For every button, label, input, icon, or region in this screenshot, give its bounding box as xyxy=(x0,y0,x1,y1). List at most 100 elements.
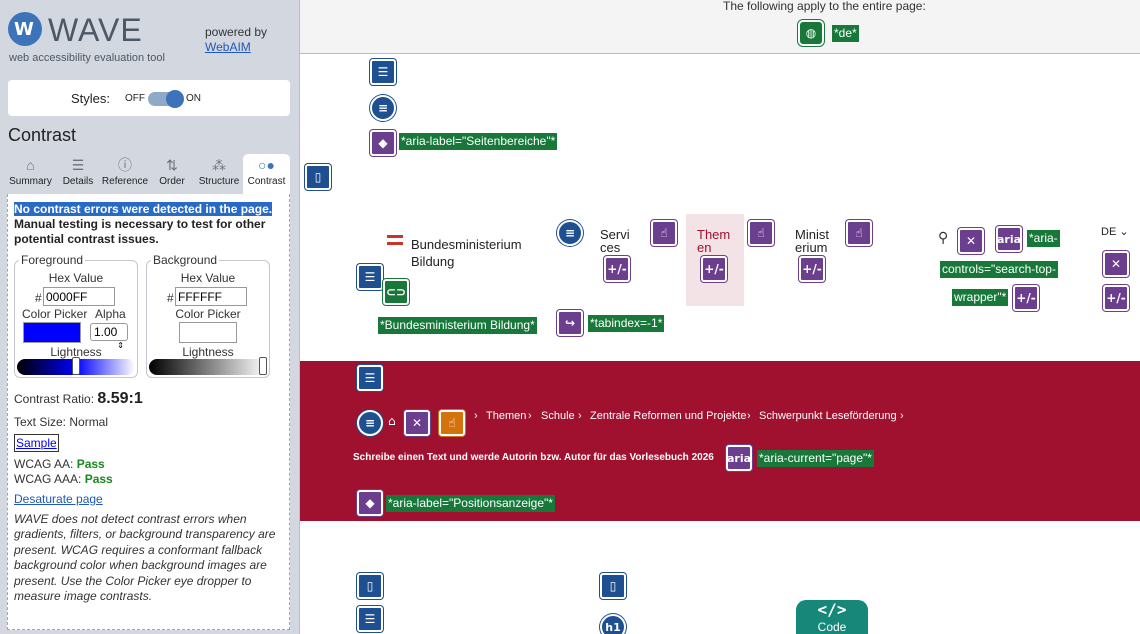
expand-icon[interactable]: +/- xyxy=(701,256,727,282)
expand-icon[interactable]: +/- xyxy=(604,256,630,282)
styles-label: Styles: xyxy=(71,91,111,106)
background-lightness-slider[interactable] xyxy=(149,357,267,375)
contrast-ratio: Contrast Ratio: 8.59:1 xyxy=(14,390,143,408)
tab-summary[interactable]: ⌂ Summary xyxy=(7,154,54,194)
error-x-icon[interactable]: ✕ xyxy=(958,228,984,254)
tabindex-icon[interactable]: ↪ xyxy=(557,310,583,336)
heading-h1-icon[interactable]: h1 xyxy=(600,614,626,634)
ratio-label: Contrast Ratio: xyxy=(14,392,95,406)
expand-icon[interactable]: +/- xyxy=(1103,285,1129,311)
foreground-hex-input[interactable]: 0000FF xyxy=(43,287,115,306)
home-icon[interactable]: ⌂ xyxy=(388,414,396,428)
breadcrumb-separator: › xyxy=(578,410,582,422)
alert-icon[interactable]: ☝ xyxy=(439,410,465,436)
aria-expanded-icon[interactable]: ☝ xyxy=(846,220,872,246)
breadcrumb-separator: › xyxy=(528,410,532,422)
section-icon[interactable]: ▯ xyxy=(600,573,626,599)
aria-expanded-icon[interactable]: ☝ xyxy=(651,220,677,246)
list-icon[interactable]: ≡ xyxy=(557,220,583,246)
tab-order[interactable]: ⇅ Order xyxy=(150,154,194,194)
aaa-label: WCAG AAA: xyxy=(14,472,82,486)
aria-expanded-icon[interactable]: ☝ xyxy=(748,220,774,246)
panel-title: Contrast xyxy=(8,125,77,145)
list-icon[interactable]: ≡ xyxy=(370,95,396,121)
link-icon[interactable]: ⊂⊃ xyxy=(383,279,409,305)
search-icon[interactable]: ⚲ xyxy=(938,230,948,246)
background-hex-input[interactable]: FFFFFF xyxy=(175,287,247,306)
wcag-aaa-result: WCAG AAA: Pass xyxy=(14,472,113,486)
expand-icon[interactable]: +/- xyxy=(799,256,825,282)
error-x-icon[interactable]: ✕ xyxy=(1103,251,1129,277)
webaim-link[interactable]: WebAIM xyxy=(205,40,267,55)
flag-stripe-icon xyxy=(387,242,403,245)
tab-label: Details xyxy=(62,176,94,187)
breadcrumb-item[interactable]: Schule xyxy=(541,410,575,422)
tab-label: Reference xyxy=(101,176,149,187)
language-value: DE xyxy=(1101,226,1117,238)
aria-controls-label-3: wrapper"* xyxy=(952,289,1009,306)
styles-off-label: OFF xyxy=(125,93,145,104)
tab-structure[interactable]: ⁂ Structure xyxy=(195,154,243,194)
list-icon[interactable]: ≡ xyxy=(357,410,383,436)
aaa-value: Pass xyxy=(84,472,113,486)
no-errors-text: No contrast errors were detected in the … xyxy=(14,202,273,216)
globe-icon[interactable]: ◍ xyxy=(798,20,824,46)
alpha-value: 1.00 xyxy=(94,325,118,339)
ratio-value: 8.59:1 xyxy=(97,390,143,407)
ministry-link-label: *Bundesministerium Bildung* xyxy=(378,317,537,334)
ministry-name: Bundesministerium Bildung xyxy=(411,236,522,270)
nav-themen[interactable]: Them en xyxy=(697,228,730,254)
code-badge[interactable]: </> Code xyxy=(796,600,868,634)
tab-reference[interactable]: ⓘ Reference xyxy=(101,154,149,194)
breadcrumb-separator: › xyxy=(474,410,478,422)
hex-value-label: Hex Value xyxy=(48,271,104,285)
breadcrumb-item[interactable]: Themen xyxy=(486,410,526,422)
foreground-lightness-slider[interactable] xyxy=(17,357,135,375)
breadcrumb-item[interactable]: Schwerpunkt Leseförderung xyxy=(759,410,897,422)
foreground-color-picker[interactable] xyxy=(23,322,81,343)
breadcrumb-item[interactable]: Zentrale Reformen und Projekte xyxy=(590,410,747,422)
aria-icon[interactable]: aria xyxy=(726,445,752,471)
page-level-text: The following apply to the entire page: xyxy=(723,0,926,13)
styles-toggle[interactable] xyxy=(148,90,184,108)
header-region-icon[interactable]: ☰ xyxy=(370,59,396,85)
breadcrumb-separator: › xyxy=(900,410,904,422)
current-page-headline: Schreibe einen Text und werde Autorin bz… xyxy=(353,452,714,463)
alpha-label: Alpha xyxy=(95,307,126,321)
powered-by-text: powered by xyxy=(205,25,268,39)
tab-details[interactable]: ☰ Details xyxy=(56,154,100,194)
tab-contrast[interactable]: ○● Contrast xyxy=(243,154,290,194)
color-picker-label: Color Picker xyxy=(22,307,88,321)
aria-current-label: *aria-current="page"* xyxy=(757,450,874,467)
navigation-icon[interactable]: ▯ xyxy=(305,164,331,190)
toggle-knob xyxy=(166,90,184,108)
alpha-stepper[interactable]: 1.00 ⇕ xyxy=(90,323,128,350)
aria-label-position: *aria-label="Positionsanzeige"* xyxy=(386,495,555,512)
order-icon: ⇅ xyxy=(166,157,178,173)
logo-word: WAVE xyxy=(48,12,143,48)
tab-label: Summary xyxy=(9,176,52,187)
desaturate-link[interactable]: Desaturate page xyxy=(14,492,103,506)
main-region-icon[interactable]: ☰ xyxy=(357,606,383,632)
aria-label-icon[interactable]: ◆ xyxy=(370,130,396,156)
tab-label: Contrast xyxy=(247,176,286,187)
aria-icon[interactable]: aria xyxy=(996,226,1022,252)
language-switch[interactable]: DE ⌄ xyxy=(1101,225,1129,238)
ministry-line: Bildung xyxy=(411,254,455,269)
slider-thumb[interactable] xyxy=(259,357,267,375)
nav-ministerium[interactable]: Minist erium xyxy=(795,228,829,254)
slider-thumb[interactable] xyxy=(72,357,80,375)
flag-stripe-icon xyxy=(387,235,403,238)
wave-logo[interactable]: W WAVE web accessibility evaluation tool xyxy=(8,12,188,68)
nav-services[interactable]: Servi ces xyxy=(600,228,630,254)
error-x-icon[interactable]: ✕ xyxy=(404,410,430,436)
contrast-note: WAVE does not detect contrast errors whe… xyxy=(14,512,276,604)
aside-icon[interactable]: ▯ xyxy=(357,573,383,599)
background-color-picker[interactable] xyxy=(179,322,237,343)
hex-value-label: Hex Value xyxy=(180,271,236,285)
aria-label-icon[interactable]: ◆ xyxy=(357,490,383,516)
banner-icon[interactable]: ☰ xyxy=(357,264,383,290)
list-icon: ☰ xyxy=(71,157,85,173)
main-region-icon[interactable]: ☰ xyxy=(357,365,383,391)
expand-icon[interactable]: +/- xyxy=(1013,285,1039,311)
